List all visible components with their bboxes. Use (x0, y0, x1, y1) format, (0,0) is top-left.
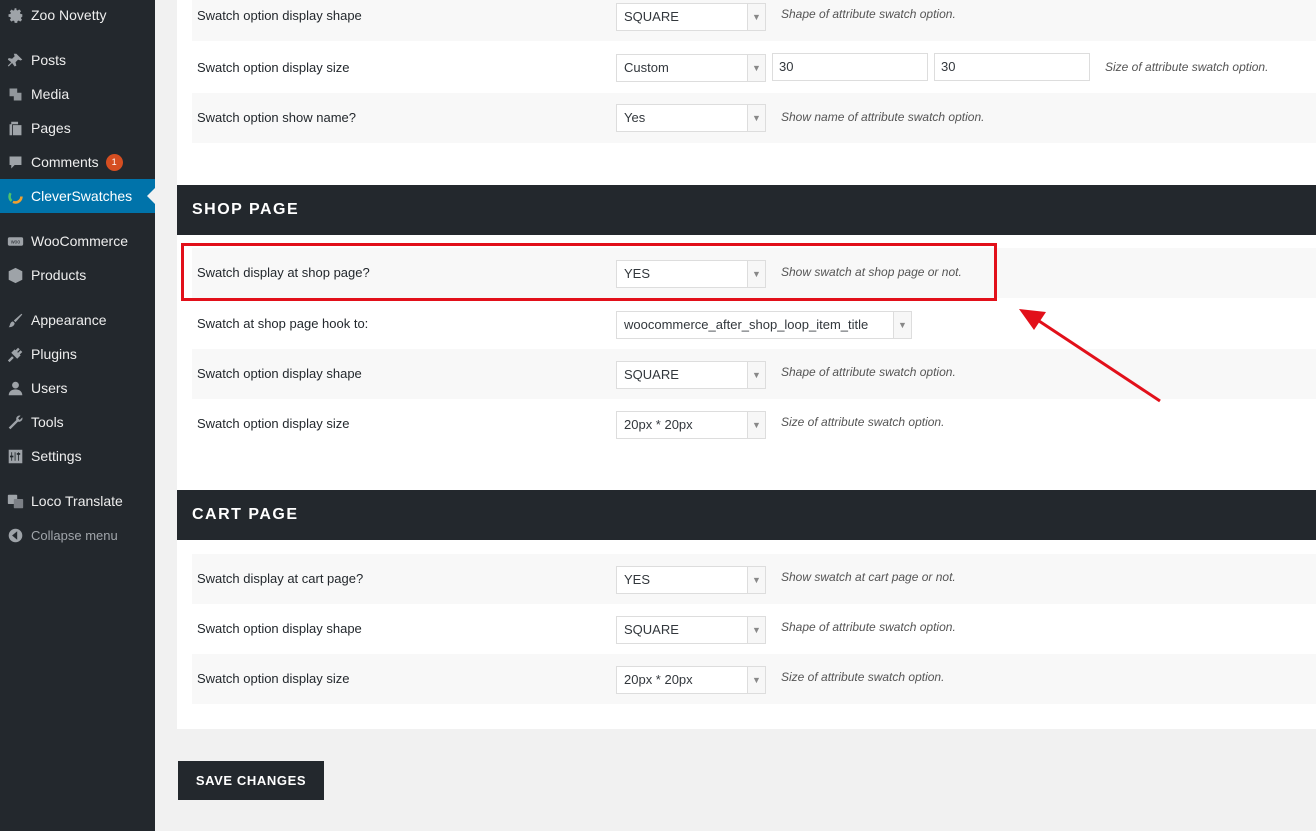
chevron-down-icon: ▼ (747, 4, 765, 30)
sidebar-item-site[interactable]: Zoo Novetty (0, 0, 155, 32)
general-size-desc: Size of attribute swatch option. (1105, 60, 1269, 74)
sidebar-item-plugins[interactable]: Plugins (0, 337, 155, 371)
cart-size-value: 20px * 20px (624, 672, 693, 687)
sidebar-item-label: Comments (31, 154, 99, 170)
sidebar-item-label: Products (31, 267, 87, 283)
cart-shape-desc: Shape of attribute swatch option. (781, 620, 956, 634)
cart-page-heading: CART PAGE (177, 490, 1316, 540)
collapse-arrow-icon (0, 527, 31, 544)
shop-size-label: Swatch option display size (197, 416, 350, 431)
shop-page-heading: SHOP PAGE (177, 185, 1316, 235)
plug-icon (0, 346, 31, 363)
cart-display-label: Swatch display at cart page? (197, 571, 364, 586)
sidebar-item-products[interactable]: Products (0, 258, 155, 292)
sidebar-item-label: Media (31, 86, 70, 102)
sidebar-item-settings[interactable]: Settings (0, 439, 155, 473)
general-showname-label: Swatch option show name? (197, 110, 356, 125)
comment-count-badge: 1 (105, 153, 123, 171)
sidebar-item-comments[interactable]: Comments 1 (0, 145, 155, 179)
general-showname-select[interactable]: Yes ▼ (616, 104, 766, 132)
cleverswatches-icon (0, 188, 31, 205)
cart-size-label: Swatch option display size (197, 671, 350, 686)
shop-size-desc: Size of attribute swatch option. (781, 415, 945, 429)
shop-hook-label: Swatch at shop page hook to: (197, 316, 369, 331)
chevron-down-icon: ▼ (747, 362, 765, 388)
chevron-down-icon: ▼ (747, 412, 765, 438)
sidebar-item-appearance[interactable]: Appearance (0, 303, 155, 337)
highlight-box (181, 243, 997, 301)
shop-hook-select[interactable]: woocommerce_after_shop_loop_item_title ▼ (616, 311, 912, 339)
translate-icon (0, 493, 31, 510)
site-name: Zoo Novetty (31, 7, 107, 23)
sidebar-item-label: CleverSwatches (31, 188, 133, 204)
shop-shape-desc: Shape of attribute swatch option. (781, 365, 956, 379)
sidebar-item-loco-translate[interactable]: Loco Translate (0, 484, 155, 518)
sidebar-item-label: Users (31, 380, 68, 396)
cart-display-value: YES (624, 572, 651, 587)
general-size-height-input[interactable]: 30 (934, 53, 1090, 81)
sidebar-item-label: WooCommerce (31, 233, 128, 249)
cart-shape-select[interactable]: SQUARE ▼ (616, 616, 766, 644)
woo-icon: woo (0, 233, 31, 250)
cart-display-select[interactable]: YES ▼ (616, 566, 766, 594)
sidebar-item-label: Plugins (31, 346, 77, 362)
cart-size-select[interactable]: 20px * 20px ▼ (616, 666, 766, 694)
shop-hook-value: woocommerce_after_shop_loop_item_title (624, 317, 869, 332)
sidebar-item-cleverswatches[interactable]: CleverSwatches (0, 179, 155, 213)
general-showname-desc: Show name of attribute swatch option. (781, 110, 985, 124)
shop-shape-select[interactable]: SQUARE ▼ (616, 361, 766, 389)
comment-icon (0, 154, 31, 171)
collapse-menu-button[interactable]: Collapse menu (0, 518, 155, 552)
sidebar-item-label: Loco Translate (31, 493, 123, 509)
admin-sidebar: Zoo Novetty Posts Media Pages Comments 1… (0, 0, 155, 831)
sidebar-item-posts[interactable]: Posts (0, 43, 155, 77)
sidebar-item-label: Pages (31, 120, 71, 136)
cart-display-desc: Show swatch at cart page or not. (781, 570, 956, 584)
media-icon (0, 86, 31, 103)
sliders-icon (0, 448, 31, 465)
pin-icon (0, 52, 31, 69)
sidebar-item-woocommerce[interactable]: woo WooCommerce (0, 224, 155, 258)
cart-shape-label: Swatch option display shape (197, 621, 362, 636)
chevron-down-icon: ▼ (893, 312, 911, 338)
sidebar-item-label: Appearance (31, 312, 107, 328)
shop-size-select[interactable]: 20px * 20px ▼ (616, 411, 766, 439)
general-size-value: Custom (624, 60, 669, 75)
svg-text:woo: woo (11, 239, 21, 245)
chevron-down-icon: ▼ (747, 667, 765, 693)
gear-icon (0, 7, 31, 24)
general-shape-value: SQUARE (624, 9, 679, 24)
collapse-menu-label: Collapse menu (31, 527, 118, 543)
pages-icon (0, 120, 31, 137)
sidebar-item-media[interactable]: Media (0, 77, 155, 111)
general-size-width-input[interactable]: 30 (772, 53, 928, 81)
shop-shape-value: SQUARE (624, 367, 679, 382)
sidebar-item-pages[interactable]: Pages (0, 111, 155, 145)
shop-size-value: 20px * 20px (624, 417, 693, 432)
general-shape-select[interactable]: SQUARE ▼ (616, 3, 766, 31)
wrench-icon (0, 414, 31, 431)
general-size-label: Swatch option display size (197, 60, 350, 75)
save-changes-button[interactable]: SAVE CHANGES (178, 761, 324, 800)
chevron-down-icon: ▼ (747, 617, 765, 643)
cart-size-desc: Size of attribute swatch option. (781, 670, 945, 684)
general-shape-label: Swatch option display shape (197, 8, 362, 23)
box-icon (0, 267, 31, 284)
shop-shape-label: Swatch option display shape (197, 366, 362, 381)
sidebar-item-label: Settings (31, 448, 82, 464)
sidebar-item-label: Posts (31, 52, 67, 68)
general-showname-value: Yes (624, 110, 646, 125)
general-shape-desc: Shape of attribute swatch option. (781, 7, 956, 21)
chevron-down-icon: ▼ (747, 567, 765, 593)
cart-shape-value: SQUARE (624, 622, 679, 637)
general-size-select[interactable]: Custom ▼ (616, 54, 766, 82)
brush-icon (0, 312, 31, 329)
user-icon (0, 380, 31, 397)
chevron-down-icon: ▼ (747, 55, 765, 81)
sidebar-item-users[interactable]: Users (0, 371, 155, 405)
sidebar-item-label: Tools (31, 414, 64, 430)
sidebar-item-tools[interactable]: Tools (0, 405, 155, 439)
chevron-down-icon: ▼ (747, 105, 765, 131)
